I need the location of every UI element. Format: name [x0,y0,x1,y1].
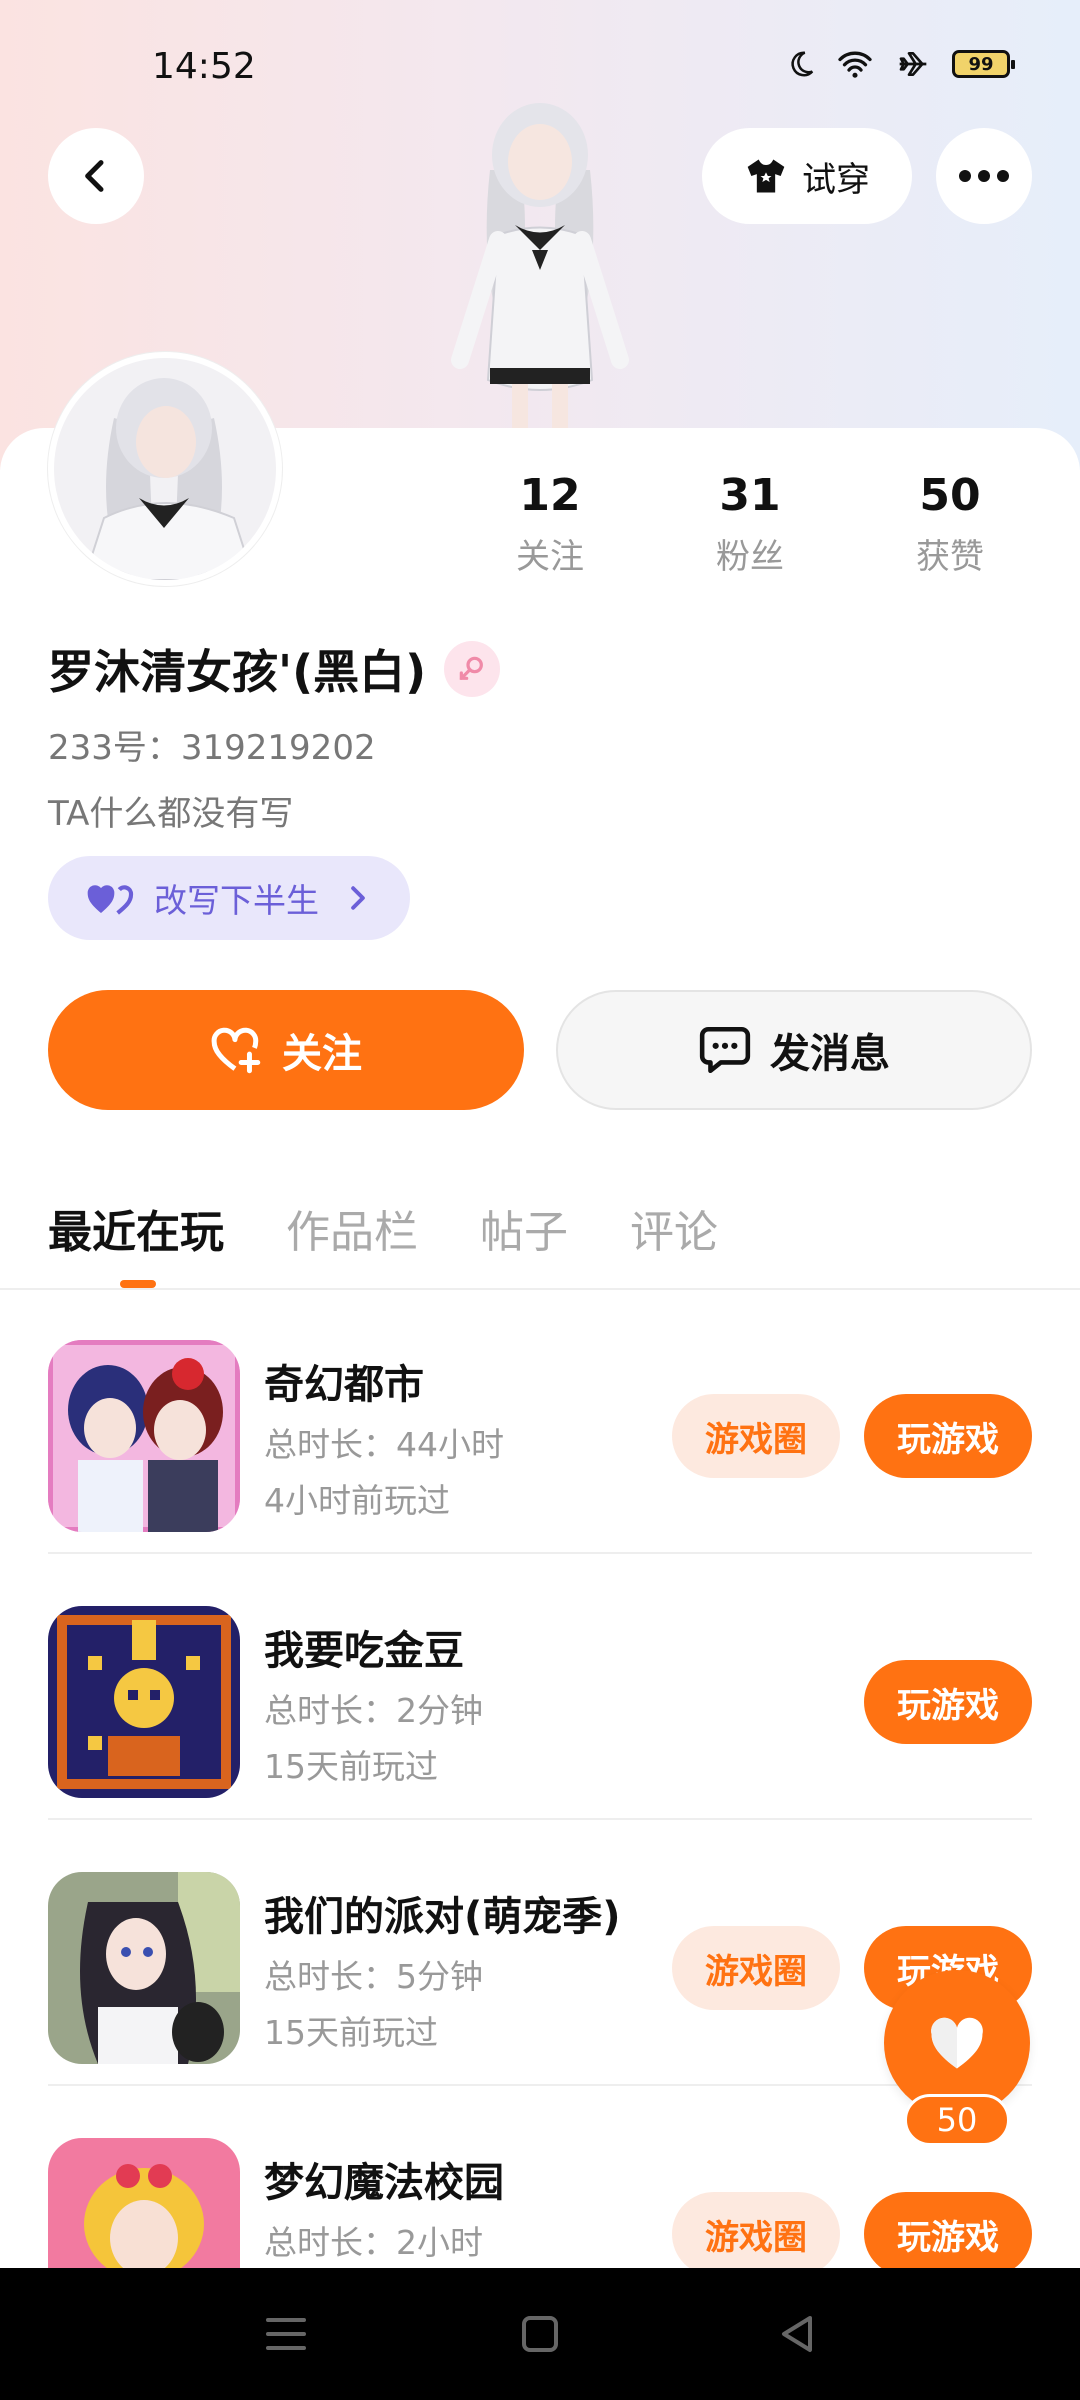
play-game-button[interactable]: 玩游戏 [864,1660,1032,1744]
message-button[interactable]: 发消息 [556,990,1032,1110]
game-duration: 总时长：44小时 [264,1425,504,1464]
tab-posts[interactable]: 帖子 [480,1196,568,1260]
status-icons: 99 [786,48,1015,80]
stat-following[interactable]: 12 关注 [470,470,630,578]
stat-value: 31 [719,470,781,521]
game-title: 我要吃金豆 [264,1628,464,1674]
game-duration: 总时长：2小时 [264,2223,483,2262]
stats-row: 12 关注 31 粉丝 50 获赞 [470,470,1030,578]
game-last-played: 15天前玩过 [264,1747,438,1786]
moon-icon [791,51,814,77]
home-square-icon[interactable] [516,2310,564,2358]
tab-recent-games[interactable]: 最近在玩 [48,1196,224,1260]
follow-label: 关注 [282,1031,362,1077]
back-button[interactable] [48,128,144,224]
menu-icon[interactable] [262,2310,310,2358]
double-heart-icon [87,885,134,915]
avatar-image [54,358,276,580]
chat-bubble-icon [699,1026,751,1074]
game-icon [48,1872,240,2064]
chevron-right-icon [351,886,365,910]
stat-likes[interactable]: 50 获赞 [870,470,1030,578]
try-on-button[interactable]: 试穿 [702,128,912,224]
game-icon [48,1340,240,1532]
more-button[interactable] [936,128,1032,224]
game-duration: 总时长：5分钟 [264,1957,483,1996]
avatar-figure [451,103,629,430]
follow-button[interactable]: 关注 [48,990,524,1110]
username: 罗沐清女孩'(黑白) [48,645,427,699]
female-gender-icon [444,641,501,697]
user-bio: TA什么都没有写 [48,794,294,834]
list-item[interactable]: 奇幻都市 总时长：44小时 4小时前玩过 游戏圈 玩游戏 [0,1288,1080,1554]
shirt-icon [747,159,785,193]
tab-works[interactable]: 作品栏 [286,1196,418,1260]
game-list: 奇幻都市 总时长：44小时 4小时前玩过 游戏圈 玩游戏 我要吃金豆 总时长：2… [0,1288,1080,2352]
game-title: 梦幻魔法校园 [264,2160,504,2206]
chevron-left-icon [85,160,104,192]
battery-icon: 99 [952,50,1015,78]
game-circle-button[interactable]: 游戏圈 [672,2192,840,2276]
message-label: 发消息 [770,1031,890,1077]
game-last-played: 4小时前玩过 [264,1481,450,1520]
profile-tag-label: 改写下半生 [154,881,319,920]
user-id: 233号：319219202 [48,728,376,768]
heart-icon [931,2017,983,2069]
like-count-badge: 50 [904,2094,1010,2146]
game-circle-button[interactable]: 游戏圈 [672,1394,840,1478]
more-dots-icon [959,170,1009,182]
stat-followers[interactable]: 31 粉丝 [670,470,830,578]
list-item[interactable]: 我要吃金豆 总时长：2分钟 15天前玩过 玩游戏 [0,1554,1080,1820]
game-last-played: 15天前玩过 [264,2013,438,2052]
name-row: 罗沐清女孩'(黑白) [48,636,501,702]
status-time: 14:52 [152,46,256,87]
stat-label: 关注 [516,537,584,577]
stat-label: 粉丝 [716,537,784,577]
stat-value: 12 [519,470,581,521]
game-circle-button[interactable]: 游戏圈 [672,1926,840,2010]
game-duration: 总时长：2分钟 [264,1691,483,1730]
active-tab-indicator [120,1280,156,1288]
stat-value: 50 [919,470,981,521]
game-icon [48,1606,240,1798]
game-title: 奇幻都市 [264,1362,424,1408]
heart-plus-icon [211,1027,261,1074]
avatar[interactable] [48,352,282,586]
back-triangle-icon[interactable] [774,2310,822,2358]
tab-comments[interactable]: 评论 [630,1196,718,1260]
profile-tabs: 最近在玩 作品栏 帖子 评论 [48,1196,718,1260]
play-game-button[interactable]: 玩游戏 [864,2192,1032,2276]
profile-tag-chip[interactable]: 改写下半生 [48,856,410,940]
airplane-icon [899,52,927,76]
play-game-button[interactable]: 玩游戏 [864,1394,1032,1478]
wifi-icon [838,51,872,78]
game-title: 我们的派对(萌宠季) [264,1894,621,1940]
stat-label: 获赞 [916,537,984,577]
system-nav-bar [0,2268,1080,2400]
try-on-label: 试穿 [802,159,870,200]
